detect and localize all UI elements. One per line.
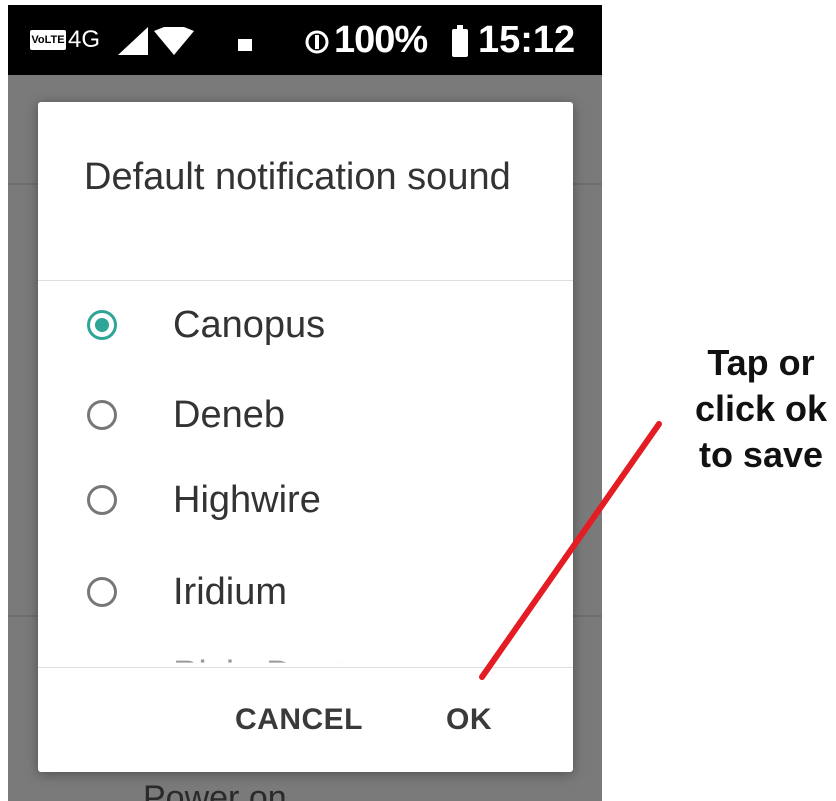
annotation-text: Tap or click ok to save [694, 342, 828, 475]
